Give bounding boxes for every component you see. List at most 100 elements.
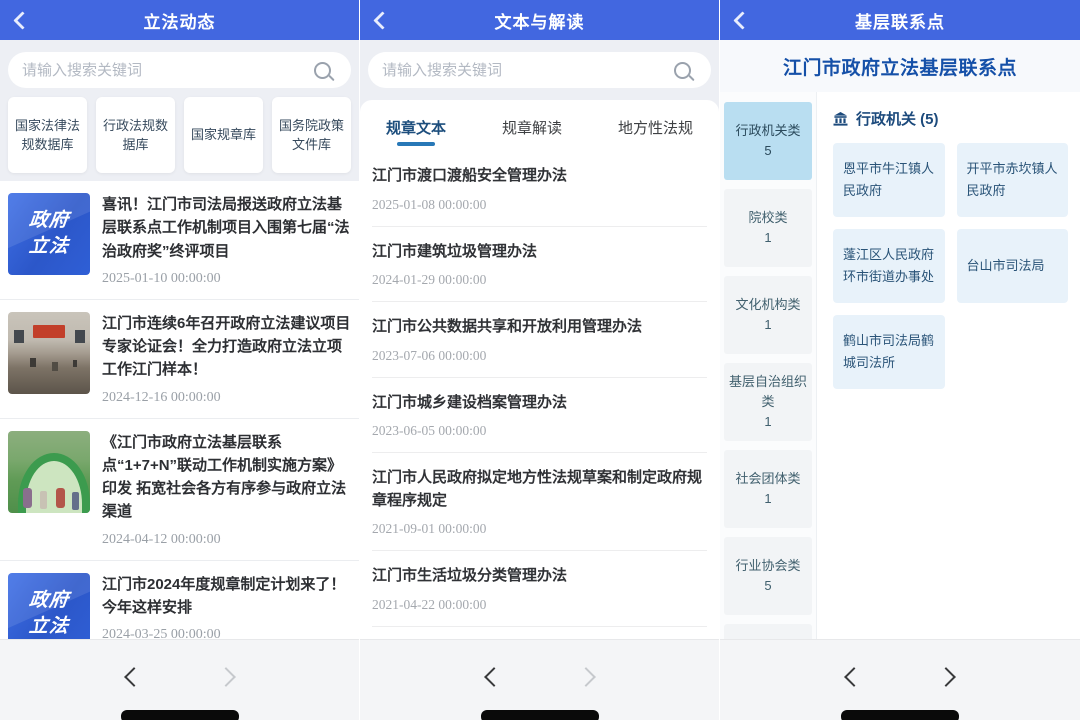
category-label: 院校类 xyxy=(748,208,787,228)
sidebar-item-partial[interactable] xyxy=(724,624,812,640)
category-label: 行业协会类 xyxy=(735,556,800,576)
nav-forward-icon[interactable] xyxy=(936,667,956,687)
back-icon[interactable] xyxy=(373,11,391,29)
browser-nav-footer xyxy=(360,639,719,720)
contact-card[interactable]: 蓬江区人民政府环市街道办事处 xyxy=(833,229,945,303)
tab-regulation-interpretation[interactable]: 规章解读 xyxy=(502,117,562,151)
sidebar-item-social-groups[interactable]: 社会团体类 1 xyxy=(724,450,812,528)
contact-card[interactable]: 鹤山市司法局鹤城司法所 xyxy=(833,315,945,389)
back-icon[interactable] xyxy=(13,11,31,29)
news-list: 政府 立法 喜讯！江门市司法局报送政府立法基层联系点工作机制项目入围第七届“法治… xyxy=(0,181,359,640)
sidebar-item-industry-associations[interactable]: 行业协会类 5 xyxy=(724,537,812,615)
home-indicator-bar[interactable] xyxy=(841,710,959,720)
contact-card[interactable]: 开平市赤坎镇人民政府 xyxy=(957,143,1069,217)
regulation-item[interactable]: 江门市公共数据共享和开放利用管理办法 2023-07-06 00:00:00 xyxy=(372,302,707,378)
tab-regulation-text[interactable]: 规章文本 xyxy=(386,117,446,151)
news-thumbnail-outdoor-event xyxy=(8,431,90,513)
contacts-main-area: 行政机关 (5) 恩平市牛江镇人民政府 开平市赤坎镇人民政府 蓬江区人民政府环市… xyxy=(817,92,1080,640)
news-item[interactable]: 政府 立法 江门市2024年度规章制定计划来了！今年这样安排 2024-03-2… xyxy=(0,561,359,641)
regulations-card: 规章文本 规章解读 地方性法规 江门市渡口渡船安全管理办法 2025-01-08… xyxy=(360,100,719,640)
category-count: 1 xyxy=(764,228,771,248)
news-date: 2024-04-12 00:00:00 xyxy=(102,532,351,548)
shortcut-admin-regulations[interactable]: 行政法规数据库 xyxy=(96,97,175,173)
header-bar: 文本与解读 xyxy=(360,0,719,40)
regulation-title: 江门市渡口渡船安全管理办法 xyxy=(372,165,707,188)
regulation-item[interactable]: 江门市建筑垃圾管理办法 2024-01-29 00:00:00 xyxy=(372,227,707,303)
regulation-title: 江门市人民政府拟定地方性法规草案和制定政府规章程序规定 xyxy=(372,467,707,512)
browser-nav-footer xyxy=(720,639,1080,720)
database-shortcuts: 国家法律法规数据库 行政法规数据库 国家规章库 国务院政策文件库 xyxy=(8,97,351,173)
news-title: 江门市连续6年召开政府立法建议项目专家论证会！全力打造政府立法立项工作江门样本！ xyxy=(102,312,351,382)
nav-forward-icon[interactable] xyxy=(216,667,236,687)
regulation-item[interactable]: 江门市生活垃圾分类管理办法 2021-04-22 00:00:00 xyxy=(372,551,707,627)
header-bar: 立法动态 xyxy=(0,0,359,40)
regulation-title: 江门市城乡建设档案管理办法 xyxy=(372,392,707,415)
nav-back-icon[interactable] xyxy=(124,667,144,687)
contact-card[interactable]: 台山市司法局 xyxy=(957,229,1069,303)
thumb-text-line2: 立法 xyxy=(28,234,71,260)
sidebar-item-grassroots-autonomy[interactable]: 基层自治组织类 1 xyxy=(724,363,812,441)
contacts-grid: 恩平市牛江镇人民政府 开平市赤坎镇人民政府 蓬江区人民政府环市街道办事处 台山市… xyxy=(833,143,1068,389)
news-date: 2024-12-16 00:00:00 xyxy=(102,390,351,406)
search-bar xyxy=(368,52,711,88)
home-indicator-bar[interactable] xyxy=(481,710,599,720)
regulation-date: 2024-01-29 00:00:00 xyxy=(372,272,707,288)
panel-contact-points: 基层联系点 江门市政府立法基层联系点 行政机关类 5 院校类 1 文化机构类 1… xyxy=(720,0,1080,720)
search-input[interactable] xyxy=(8,52,314,88)
news-title: 《江门市政府立法基层联系点“1+7+N”联动工作机制实施方案》印发 拓宽社会各方… xyxy=(102,431,351,524)
thumb-text-line1: 政府 xyxy=(28,588,71,614)
regulation-date: 2025-01-08 00:00:00 xyxy=(372,197,707,213)
shortcut-national-rules[interactable]: 国家规章库 xyxy=(184,97,263,173)
shortcut-state-council-docs[interactable]: 国务院政策文件库 xyxy=(272,97,351,173)
news-date: 2025-01-10 00:00:00 xyxy=(102,271,351,287)
contact-card[interactable]: 恩平市牛江镇人民政府 xyxy=(833,143,945,217)
page-title: 立法动态 xyxy=(144,8,216,33)
sidebar-item-institutions[interactable]: 院校类 1 xyxy=(724,189,812,267)
category-count: 5 xyxy=(764,576,771,596)
government-building-icon xyxy=(833,112,848,126)
sidebar-item-admin-organs[interactable]: 行政机关类 5 xyxy=(724,102,812,180)
news-text-block: 江门市2024年度规章制定计划来了！今年这样安排 2024-03-25 00:0… xyxy=(102,573,351,641)
thumb-text-line2: 立法 xyxy=(28,614,71,640)
news-thumbnail-meeting-photo xyxy=(8,312,90,394)
news-title: 江门市2024年度规章制定计划来了！今年这样安排 xyxy=(102,573,351,620)
home-indicator-bar[interactable] xyxy=(121,710,239,720)
page-title: 基层联系点 xyxy=(855,8,945,33)
news-thumbnail-gov-legislation: 政府 立法 xyxy=(8,193,90,275)
tab-bar: 规章文本 规章解读 地方性法规 xyxy=(360,100,719,151)
regulation-item[interactable]: 江门市消防水源管理办法 2021-03-08 00:00:00 xyxy=(372,627,707,641)
contact-points-heading: 江门市政府立法基层联系点 xyxy=(720,53,1080,80)
regulation-item[interactable]: 江门市城乡建设档案管理办法 2023-06-05 00:00:00 xyxy=(372,378,707,454)
news-item[interactable]: 江门市连续6年召开政府立法建议项目专家论证会！全力打造政府立法立项工作江门样本！… xyxy=(0,300,359,419)
regulation-item[interactable]: 江门市人民政府拟定地方性法规草案和制定政府规章程序规定 2021-09-01 0… xyxy=(372,453,707,551)
regulation-date: 2023-06-05 00:00:00 xyxy=(372,423,707,439)
nav-forward-icon[interactable] xyxy=(576,667,596,687)
contact-points-body: 行政机关类 5 院校类 1 文化机构类 1 基层自治组织类 1 社会团体类 xyxy=(720,92,1080,640)
shortcut-national-laws[interactable]: 国家法律法规数据库 xyxy=(8,97,87,173)
search-bar xyxy=(8,52,351,88)
search-icon xyxy=(314,62,331,79)
panel-text-interpretation: 文本与解读 规章文本 规章解读 地方性法规 江门市渡口渡船安全管理办法 2025… xyxy=(360,0,719,720)
sidebar-item-cultural-orgs[interactable]: 文化机构类 1 xyxy=(724,276,812,354)
section-header: 行政机关 (5) xyxy=(833,108,1068,129)
screenshot-canvas: 立法动态 国家法律法规数据库 行政法规数据库 国家规章库 国务院政策文件库 政府… xyxy=(0,0,1080,720)
category-label: 社会团体类 xyxy=(735,469,800,489)
header-bar: 基层联系点 xyxy=(720,0,1080,40)
news-text-block: 喜讯！江门市司法局报送政府立法基层联系点工作机制项目入围第七届“法治政府奖”终评… xyxy=(102,193,351,287)
nav-back-icon[interactable] xyxy=(484,667,504,687)
regulation-item[interactable]: 江门市渡口渡船安全管理办法 2025-01-08 00:00:00 xyxy=(372,151,707,227)
back-icon[interactable] xyxy=(733,11,751,29)
news-item[interactable]: 《江门市政府立法基层联系点“1+7+N”联动工作机制实施方案》印发 拓宽社会各方… xyxy=(0,419,359,561)
nav-back-icon[interactable] xyxy=(844,667,864,687)
tab-local-regulations[interactable]: 地方性法规 xyxy=(618,117,693,151)
regulation-list: 江门市渡口渡船安全管理办法 2025-01-08 00:00:00 江门市建筑垃… xyxy=(360,151,719,640)
regulation-date: 2023-07-06 00:00:00 xyxy=(372,348,707,364)
regulation-title: 江门市建筑垃圾管理办法 xyxy=(372,241,707,264)
browser-nav-footer xyxy=(0,639,359,720)
news-item[interactable]: 政府 立法 喜讯！江门市司法局报送政府立法基层联系点工作机制项目入围第七届“法治… xyxy=(0,181,359,300)
page-title: 文本与解读 xyxy=(495,8,585,33)
regulation-date: 2021-04-22 00:00:00 xyxy=(372,597,707,613)
nav-arrows xyxy=(0,670,359,684)
category-count: 1 xyxy=(764,315,771,335)
search-input[interactable] xyxy=(368,52,674,88)
